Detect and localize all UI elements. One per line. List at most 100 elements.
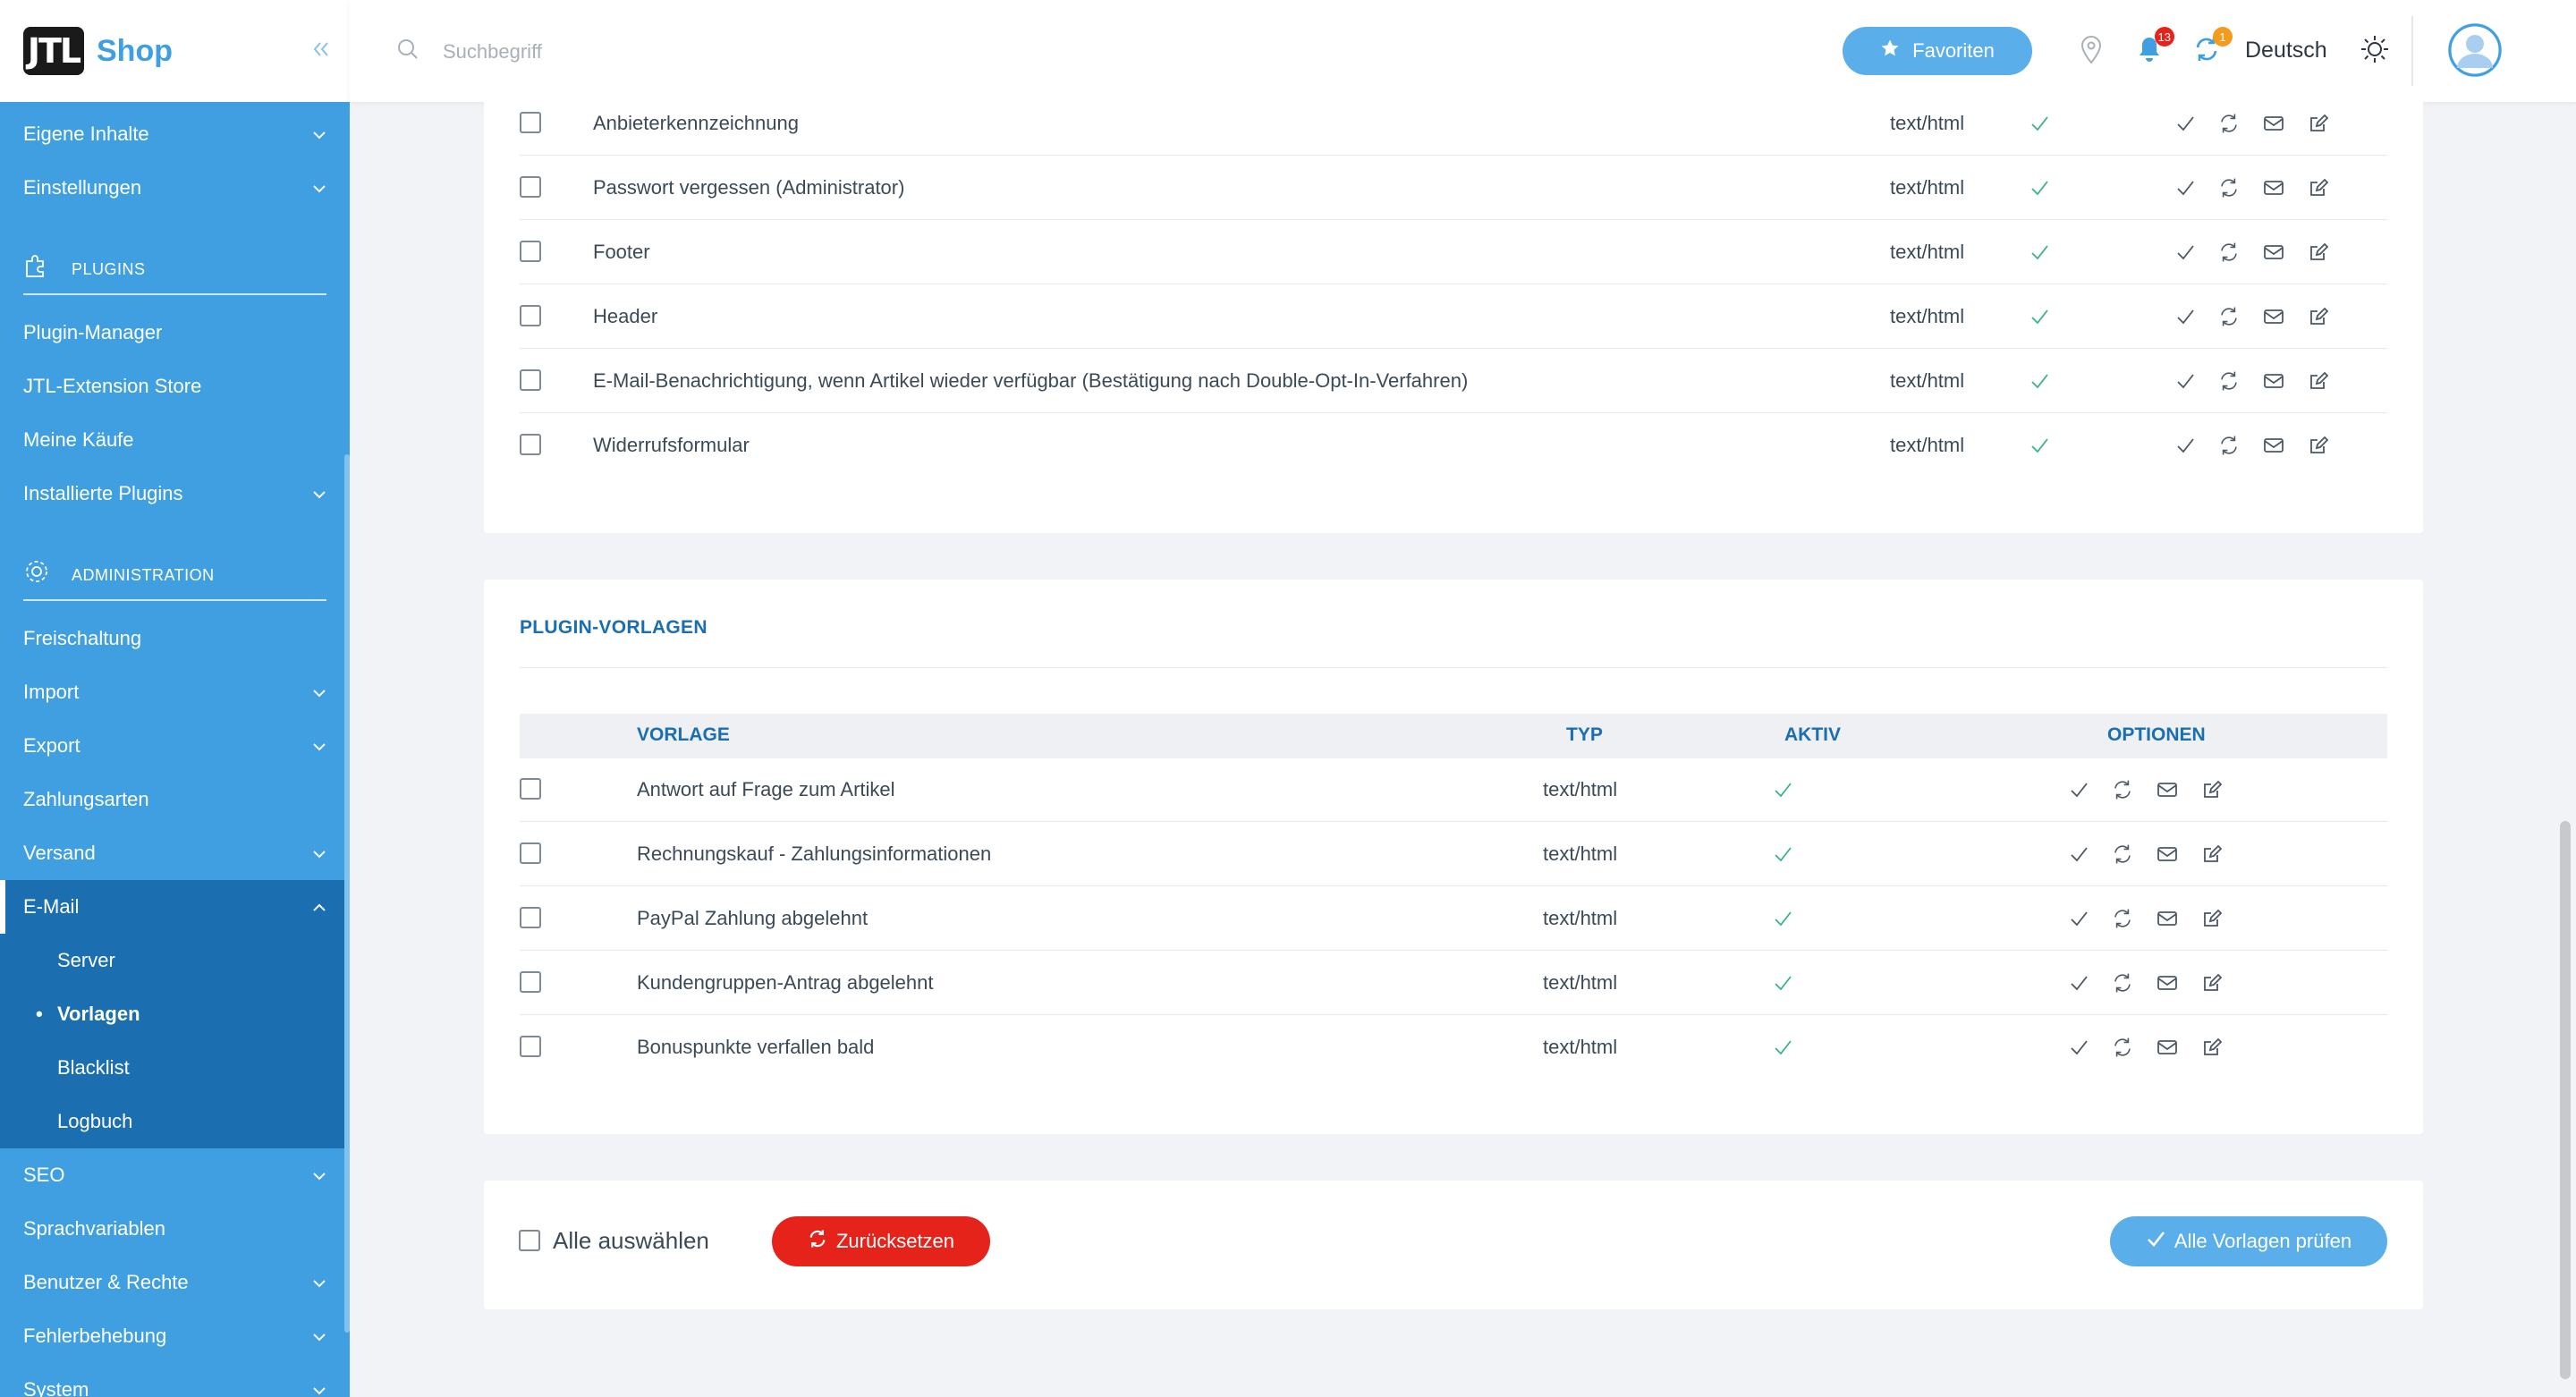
- template-name: Header: [593, 304, 658, 327]
- sidebar-item-system[interactable]: System: [0, 1363, 350, 1397]
- edit-icon[interactable]: [2201, 843, 2223, 865]
- sidebar-item-meine-kaeufe[interactable]: Meine Käufe: [0, 413, 350, 467]
- sidebar-item-einstellungen[interactable]: Einstellungen: [0, 161, 350, 215]
- column-header-vorlage[interactable]: VORLAGE: [637, 724, 730, 746]
- select-all-label[interactable]: Alle auswählen: [553, 1227, 709, 1255]
- check-icon[interactable]: [2175, 114, 2195, 133]
- page-scrollbar[interactable]: [2560, 821, 2571, 1379]
- sidebar-item-freischaltung[interactable]: Freischaltung: [0, 612, 350, 665]
- double-chevron-left-icon[interactable]: [311, 36, 331, 66]
- edit-icon[interactable]: [2308, 113, 2329, 134]
- refresh-icon[interactable]: [2218, 306, 2240, 327]
- sidebar-item-zahlungsarten[interactable]: Zahlungsarten: [0, 773, 350, 826]
- refresh-icon[interactable]: [2218, 177, 2240, 199]
- mail-icon[interactable]: [2157, 781, 2178, 799]
- column-header-typ[interactable]: TYP: [1566, 724, 1603, 746]
- check-icon[interactable]: [2069, 780, 2089, 800]
- row-checkbox[interactable]: [520, 842, 541, 864]
- sidebar-item-benutzer-rechte[interactable]: Benutzer & Rechte: [0, 1256, 350, 1309]
- refresh-icon[interactable]: [2218, 241, 2240, 263]
- sun-icon[interactable]: [2360, 34, 2390, 69]
- sidebar-subitem-server[interactable]: Server: [0, 934, 350, 987]
- edit-icon[interactable]: [2201, 908, 2223, 929]
- mail-icon[interactable]: [2157, 910, 2178, 927]
- mail-icon[interactable]: [2157, 1038, 2178, 1056]
- row-checkbox[interactable]: [520, 369, 541, 391]
- sidebar-item-seo[interactable]: SEO: [0, 1148, 350, 1202]
- mail-icon[interactable]: [2263, 243, 2284, 261]
- sidebar-item-export[interactable]: Export: [0, 719, 350, 773]
- row-checkbox[interactable]: [520, 907, 541, 928]
- sidebar-item-label: Freischaltung: [23, 627, 142, 649]
- check-all-templates-button[interactable]: Alle Vorlagen prüfen: [2110, 1216, 2387, 1266]
- check-icon[interactable]: [2069, 909, 2089, 928]
- edit-icon[interactable]: [2308, 241, 2329, 263]
- location-pin-icon[interactable]: [2080, 36, 2103, 69]
- column-header-aktiv[interactable]: AKTIV: [1784, 724, 1841, 746]
- refresh-icon[interactable]: [2112, 972, 2133, 994]
- check-icon[interactable]: [2175, 307, 2195, 326]
- refresh-icon[interactable]: [2218, 435, 2240, 456]
- favorites-button[interactable]: Favoriten: [1843, 27, 2032, 75]
- sidebar-item-fehlerbehebung[interactable]: Fehlerbehebung: [0, 1309, 350, 1363]
- sidebar-subitem-blacklist[interactable]: Blacklist: [0, 1041, 350, 1095]
- check-icon[interactable]: [2069, 973, 2089, 993]
- language-selector[interactable]: Deutsch: [2245, 38, 2327, 64]
- check-icon[interactable]: [2175, 371, 2195, 391]
- sidebar-item-installierte-plugins[interactable]: Installierte Plugins: [0, 467, 350, 521]
- row-checkbox[interactable]: [520, 305, 541, 326]
- edit-icon[interactable]: [2201, 1037, 2223, 1058]
- refresh-icon[interactable]: [2112, 908, 2133, 929]
- edit-icon[interactable]: [2201, 972, 2223, 994]
- row-checkbox[interactable]: [520, 971, 541, 993]
- refresh-icon[interactable]: [2112, 779, 2133, 800]
- edit-icon[interactable]: [2308, 177, 2329, 199]
- sidebar-item-import[interactable]: Import: [0, 665, 350, 719]
- search-input[interactable]: [443, 34, 979, 70]
- mail-icon[interactable]: [2263, 114, 2284, 132]
- avatar[interactable]: [2448, 23, 2502, 77]
- edit-icon[interactable]: [2308, 435, 2329, 456]
- sync-icon[interactable]: 1: [2193, 27, 2233, 67]
- bell-icon[interactable]: 13: [2137, 27, 2174, 67]
- check-icon[interactable]: [2069, 1037, 2089, 1057]
- sidebar-item-eigene-inhalte[interactable]: Eigene Inhalte: [0, 107, 350, 161]
- edit-icon[interactable]: [2308, 370, 2329, 392]
- refresh-icon[interactable]: [2218, 370, 2240, 392]
- sidebar-scrollbar[interactable]: [344, 454, 350, 1333]
- sidebar-item-sprachvariablen[interactable]: Sprachvariablen: [0, 1202, 350, 1256]
- refresh-icon[interactable]: [2218, 113, 2240, 134]
- sidebar-item-email[interactable]: E-Mail: [0, 880, 350, 934]
- mail-icon[interactable]: [2157, 974, 2178, 992]
- sidebar-item-versand[interactable]: Versand: [0, 826, 350, 880]
- row-checkbox[interactable]: [520, 176, 541, 198]
- template-name: Anbieterkennzeichnung: [593, 111, 799, 134]
- row-checkbox[interactable]: [520, 778, 541, 800]
- row-checkbox[interactable]: [520, 112, 541, 133]
- refresh-icon[interactable]: [2112, 843, 2133, 865]
- refresh-icon[interactable]: [2112, 1037, 2133, 1058]
- mail-icon[interactable]: [2263, 308, 2284, 326]
- sidebar-item-extension-store[interactable]: JTL-Extension Store: [0, 360, 350, 413]
- mail-icon[interactable]: [2263, 436, 2284, 454]
- row-checkbox[interactable]: [520, 434, 541, 455]
- reset-button[interactable]: Zurücksetzen: [772, 1216, 990, 1266]
- edit-icon[interactable]: [2308, 306, 2329, 327]
- mail-icon[interactable]: [2263, 372, 2284, 390]
- sidebar-subitem-logbuch[interactable]: Logbuch: [0, 1095, 350, 1148]
- row-checkbox[interactable]: [520, 1036, 541, 1057]
- template-type: text/html: [1890, 304, 1965, 327]
- check-icon[interactable]: [2175, 242, 2195, 262]
- mail-icon[interactable]: [2263, 179, 2284, 197]
- edit-icon[interactable]: [2201, 779, 2223, 800]
- check-icon[interactable]: [2069, 844, 2089, 864]
- row-checkbox[interactable]: [520, 241, 541, 262]
- sidebar-item-plugin-manager[interactable]: Plugin-Manager: [0, 306, 350, 360]
- sidebar-subitem-vorlagen[interactable]: Vorlagen: [0, 987, 350, 1041]
- check-icon[interactable]: [2175, 436, 2195, 455]
- jtl-logo[interactable]: JTL: [23, 27, 84, 75]
- select-all-checkbox[interactable]: [519, 1230, 540, 1251]
- check-icon[interactable]: [2175, 178, 2195, 198]
- mail-icon[interactable]: [2157, 845, 2178, 863]
- chevron-down-icon: [312, 485, 326, 504]
